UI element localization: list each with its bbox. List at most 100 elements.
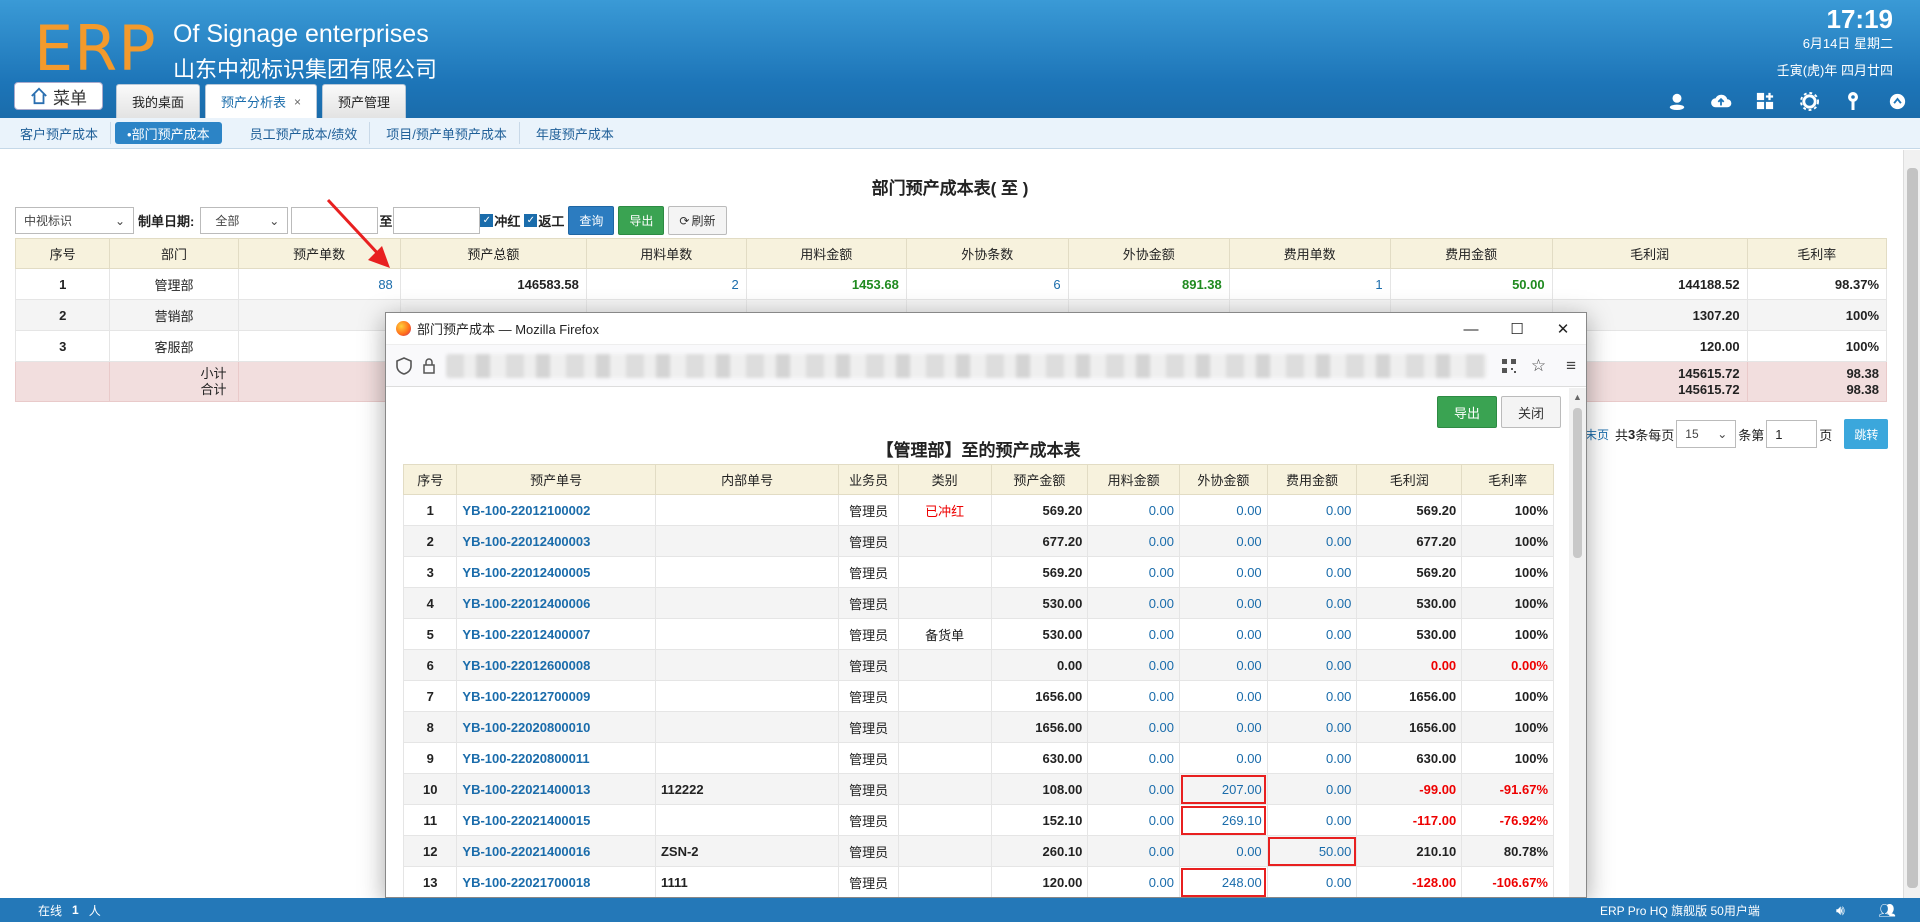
fee-amount-link[interactable]: 50.00 — [1266, 835, 1358, 867]
order-id-link[interactable]: YB-100-22021400013 — [456, 773, 656, 805]
material-amount-link[interactable]: 0.00 — [1087, 525, 1180, 557]
outsource-amount-link[interactable]: 0.00 — [1179, 618, 1268, 650]
fee-amount-link[interactable]: 0.00 — [1266, 618, 1358, 650]
fee-amount-link[interactable]: 0.00 — [1266, 587, 1358, 619]
fee-amount-link[interactable]: 0.00 — [1266, 525, 1358, 557]
lock-icon[interactable] — [422, 357, 436, 374]
outsource-count-link[interactable]: 6 — [905, 268, 1069, 300]
chevron-up-icon[interactable] — [1886, 90, 1908, 112]
page-scrollbar[interactable] — [1903, 150, 1920, 898]
material-amount-link[interactable]: 0.00 — [1087, 804, 1180, 836]
gear-icon[interactable] — [1798, 90, 1820, 112]
date-range-select[interactable]: 全部 ⌄ — [200, 207, 289, 234]
rework-checkbox[interactable]: ✓ — [524, 214, 538, 227]
popup-titlebar[interactable]: 部门预产成本 — Mozilla Firefox — ☐ ✕ — [386, 313, 1586, 345]
close-icon[interactable]: × — [294, 95, 301, 109]
popup-close-button[interactable]: 关闭 — [1500, 396, 1561, 428]
shield-icon[interactable] — [396, 356, 412, 375]
order-id-link[interactable]: YB-100-22012400005 — [456, 556, 656, 588]
outsource-amount-link[interactable]: 248.00 — [1179, 866, 1268, 897]
outsource-amount-link[interactable]: 0.00 — [1179, 525, 1268, 557]
outsource-amount-link[interactable]: 0.00 — [1179, 680, 1268, 712]
scrollbar-thumb[interactable] — [1907, 168, 1918, 888]
material-amount-link[interactable]: 0.00 — [1087, 587, 1180, 619]
order-id-link[interactable]: YB-100-22021400016 — [456, 835, 656, 867]
order-id-link[interactable]: YB-100-22020800011 — [456, 742, 656, 774]
order-id-link[interactable]: YB-100-22021400015 — [456, 804, 656, 836]
fee-amount-link[interactable]: 0.00 — [1266, 494, 1358, 526]
order-id-link[interactable]: YB-100-22012600008 — [456, 649, 656, 681]
order-id-link[interactable]: YB-100-22012700009 — [456, 680, 656, 712]
material-amount-link[interactable]: 0.00 — [1087, 649, 1180, 681]
fee-amount-link[interactable]: 0.00 — [1266, 804, 1358, 836]
menu-button[interactable]: 菜单 — [14, 82, 103, 110]
scroll-up-icon[interactable]: ▲ — [1573, 392, 1582, 402]
cloud-upload-icon[interactable] — [1710, 90, 1732, 112]
tab-preproduction-analysis[interactable]: 预产分析表 × — [205, 84, 318, 118]
minimize-icon[interactable]: — — [1448, 313, 1494, 345]
users-icon[interactable]: 👥︎ — [1878, 902, 1896, 919]
fee-amount-link[interactable]: 0.00 — [1266, 773, 1358, 805]
subnav-customer-cost[interactable]: 客户预产成本 — [8, 122, 112, 144]
fee-amount-link[interactable]: 0.00 — [1266, 866, 1358, 897]
key-icon[interactable] — [1842, 90, 1864, 112]
popup-export-button[interactable]: 导出 — [1436, 396, 1497, 428]
fee-amount-link[interactable]: 0.00 — [1266, 649, 1358, 681]
outsource-amount-link[interactable]: 269.10 — [1179, 804, 1268, 836]
popup-scrollbar[interactable]: ▲ — [1569, 388, 1586, 897]
close-icon[interactable]: ✕ — [1540, 313, 1586, 345]
user-icon[interactable] — [1666, 90, 1688, 112]
page-number-input[interactable]: 1 — [1766, 420, 1818, 448]
url-field[interactable] — [446, 353, 1487, 378]
maximize-icon[interactable]: ☐ — [1494, 313, 1540, 345]
last-page-link[interactable]: 末页 — [1585, 426, 1609, 443]
subnav-department-cost[interactable]: •部门预产成本 — [115, 122, 222, 144]
query-button[interactable]: 查询 — [568, 206, 615, 235]
company-select[interactable]: 中视标识 ⌄ — [15, 207, 134, 234]
fee-count-link[interactable]: 1 — [1228, 268, 1391, 300]
fee-amount-link[interactable]: 0.00 — [1266, 556, 1358, 588]
order-id-link[interactable]: YB-100-22021700018 — [456, 866, 656, 897]
end-date-input[interactable] — [393, 207, 481, 234]
outsource-amount-link[interactable]: 0.00 — [1179, 835, 1268, 867]
material-amount-link[interactable]: 0.00 — [1087, 711, 1180, 743]
outsource-amount-link[interactable]: 207.00 — [1179, 773, 1268, 805]
material-count-link[interactable]: 2 — [585, 268, 747, 300]
material-amount-link[interactable]: 0.00 — [1087, 866, 1180, 897]
order-id-link[interactable]: YB-100-22020800010 — [456, 711, 656, 743]
subnav-project-cost[interactable]: 项目/预产单预产成本 — [374, 122, 520, 144]
speaker-icon[interactable]: 🔊︎ — [1836, 902, 1845, 919]
jump-button[interactable]: 跳转 — [1844, 419, 1889, 449]
fee-amount-link[interactable]: 0.00 — [1266, 742, 1358, 774]
material-amount-link[interactable]: 0.00 — [1087, 773, 1180, 805]
export-button[interactable]: 导出 — [618, 206, 665, 235]
order-id-link[interactable]: YB-100-22012400007 — [456, 618, 656, 650]
material-amount-link[interactable]: 0.00 — [1087, 742, 1180, 774]
bookmark-star-icon[interactable]: ☆ — [1531, 356, 1546, 376]
outsource-amount-link[interactable]: 0.00 — [1179, 587, 1268, 619]
fee-amount-link[interactable]: 0.00 — [1266, 680, 1358, 712]
outsource-amount-link[interactable]: 0.00 — [1179, 711, 1268, 743]
material-amount-link[interactable]: 0.00 — [1087, 556, 1180, 588]
outsource-amount-link[interactable]: 0.00 — [1179, 494, 1268, 526]
order-count-link[interactable]: 88 — [237, 268, 401, 300]
hamburger-menu-icon[interactable]: ≡ — [1566, 356, 1576, 376]
order-id-link[interactable]: YB-100-22012100002 — [456, 494, 656, 526]
material-amount-link[interactable]: 0.00 — [1087, 680, 1180, 712]
fee-amount-link[interactable]: 0.00 — [1266, 711, 1358, 743]
order-id-link[interactable]: YB-100-22012400003 — [456, 525, 656, 557]
outsource-amount-link[interactable]: 0.00 — [1179, 649, 1268, 681]
refresh-button[interactable]: ⟳ 刷新 — [668, 206, 727, 235]
subnav-employee-cost[interactable]: 员工预产成本/绩效 — [238, 122, 371, 144]
outsource-amount-link[interactable]: 0.00 — [1179, 556, 1268, 588]
material-amount-link[interactable]: 0.00 — [1087, 835, 1180, 867]
per-page-select[interactable]: 15 ⌄ — [1676, 420, 1737, 448]
red-offset-checkbox[interactable]: ✓ — [480, 214, 494, 227]
subnav-annual-cost[interactable]: 年度预产成本 — [524, 122, 626, 144]
material-amount-link[interactable]: 0.00 — [1087, 494, 1180, 526]
popup-scrollbar-thumb[interactable] — [1573, 408, 1582, 558]
tab-desktop[interactable]: 我的桌面 — [116, 84, 201, 118]
order-id-link[interactable]: YB-100-22012400006 — [456, 587, 656, 619]
grid-add-icon[interactable] — [1754, 90, 1776, 112]
qr-code-icon[interactable] — [1501, 358, 1517, 374]
